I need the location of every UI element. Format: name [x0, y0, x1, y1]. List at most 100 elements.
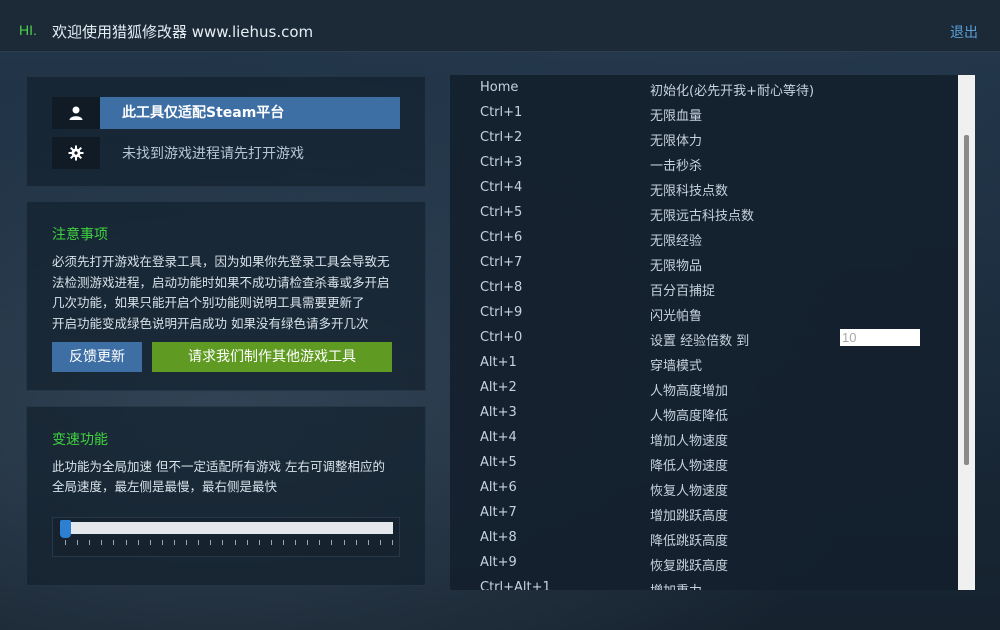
hotkey-row[interactable]: Ctrl+5 无限远古科技点数 — [450, 200, 958, 225]
hotkey-description[interactable]: 人物高度增加 — [650, 380, 728, 399]
slider-tick — [258, 540, 260, 545]
slider-tick — [89, 540, 91, 545]
hotkey-key: Alt+2 — [480, 380, 517, 395]
notice-line: 开启功能变成绿色说明开启成功 如果没有绿色请多开几次 — [52, 315, 369, 331]
steam-platform-notice: 此工具仅适配Steam平台 — [100, 97, 400, 129]
hotkey-row[interactable]: Ctrl+0 设置 经验倍数 到 — [450, 325, 958, 350]
notice-panel: 注意事项 必须先打开游戏在登录工具，因为如果你先登录工具会导致无 法检测游戏进程… — [26, 201, 426, 391]
hotkey-key: Home — [480, 80, 519, 95]
hotkey-description[interactable]: 恢复人物速度 — [650, 480, 728, 499]
speed-slider[interactable] — [52, 517, 400, 557]
hotkey-row[interactable]: Ctrl+4 无限科技点数 — [450, 175, 958, 200]
scrollbar-thumb[interactable] — [964, 135, 969, 465]
user-icon — [52, 97, 100, 129]
slider-tick — [319, 540, 321, 545]
slider-tick — [295, 540, 297, 545]
hotkey-description[interactable]: 恢复跳跃高度 — [650, 555, 728, 574]
hotkey-row[interactable]: Ctrl+1 无限血量 — [450, 100, 958, 125]
speed-panel: 变速功能 此功能为全局加速 但不一定适配所有游戏 左右可调整相应的 全局速度，最… — [26, 406, 426, 586]
hotkey-description[interactable]: 闪光帕鲁 — [650, 305, 702, 324]
slider-thumb[interactable] — [60, 520, 71, 538]
hotkey-key: Alt+1 — [480, 355, 517, 370]
logout-link[interactable]: 退出 — [950, 22, 978, 42]
hotkey-key: Ctrl+6 — [480, 230, 523, 245]
slider-tick — [392, 540, 393, 545]
hotkey-description[interactable]: 一击秒杀 — [650, 155, 702, 174]
hotkey-description[interactable]: 设置 经验倍数 到 — [650, 330, 749, 349]
scrollbar[interactable] — [958, 75, 975, 590]
hotkey-description[interactable]: 降低跳跃高度 — [650, 530, 728, 549]
notice-text: 必须先打开游戏在登录工具，因为如果你先登录工具会导致无 法检测游戏进程，启动功能… — [52, 252, 412, 334]
slider-track[interactable] — [65, 522, 393, 534]
hotkey-description[interactable]: 穿墙模式 — [650, 355, 702, 374]
slider-tick — [198, 540, 200, 545]
hotkey-row[interactable]: Ctrl+6 无限经验 — [450, 225, 958, 250]
hotkey-row[interactable]: Alt+2 人物高度增加 — [450, 375, 958, 400]
request-tool-button[interactable]: 请求我们制作其他游戏工具 — [152, 342, 392, 372]
slider-ticks — [65, 540, 393, 546]
hotkey-description[interactable]: 人物高度降低 — [650, 405, 728, 424]
hotkey-description[interactable]: 百分百捕捉 — [650, 280, 715, 299]
slider-tick — [343, 540, 345, 545]
slider-tick — [331, 540, 333, 545]
hotkey-key: Ctrl+7 — [480, 255, 523, 270]
hotkey-key: Ctrl+5 — [480, 205, 523, 220]
hotkey-key: Alt+7 — [480, 505, 517, 520]
hotkey-row[interactable]: Alt+3 人物高度降低 — [450, 400, 958, 425]
hotkey-description[interactable]: 无限远古科技点数 — [650, 205, 754, 224]
process-status: 未找到游戏进程请先打开游戏 — [122, 146, 304, 162]
welcome-title: 欢迎使用猎狐修改器 www.liehus.com — [52, 23, 314, 41]
hotkey-row[interactable]: Alt+1 穿墙模式 — [450, 350, 958, 375]
hotkey-description[interactable]: 增加跳跃高度 — [650, 505, 728, 524]
slider-tick — [222, 540, 224, 545]
hotkey-row[interactable]: Alt+4 增加人物速度 — [450, 425, 958, 450]
hotkey-row[interactable]: Ctrl+7 无限物品 — [450, 250, 958, 275]
hotkey-key: Alt+5 — [480, 455, 517, 470]
slider-tick — [113, 540, 115, 545]
hotkey-key: Alt+4 — [480, 430, 517, 445]
speed-line: 此功能为全局加速 但不一定适配所有游戏 左右可调整相应的 — [52, 459, 385, 474]
slider-tick — [234, 540, 236, 545]
slider-tick — [65, 540, 66, 545]
hotkey-row[interactable]: Ctrl+9 闪光帕鲁 — [450, 300, 958, 325]
hotkey-row[interactable]: Ctrl+2 无限体力 — [450, 125, 958, 150]
hotkey-key: Alt+8 — [480, 530, 517, 545]
notice-line: 法检测游戏进程，启动功能时如果不成功请检查杀毒或多开启 — [52, 274, 390, 290]
hotkey-row[interactable]: Alt+6 恢复人物速度 — [450, 475, 958, 500]
hotkey-description[interactable]: 无限体力 — [650, 130, 702, 149]
slider-tick — [137, 540, 139, 545]
hotkey-row[interactable]: Ctrl+8 百分百捕捉 — [450, 275, 958, 300]
hotkey-key: Ctrl+1 — [480, 105, 523, 120]
hotkey-key: Ctrl+0 — [480, 330, 523, 345]
slider-tick — [246, 540, 248, 545]
hotkey-description[interactable]: 增加人物速度 — [650, 430, 728, 449]
feedback-update-button[interactable]: 反馈更新 — [52, 342, 142, 372]
hotkey-row[interactable]: Alt+7 增加跳跃高度 — [450, 500, 958, 525]
hotkey-row[interactable]: Alt+9 恢复跳跃高度 — [450, 550, 958, 575]
slider-tick — [161, 540, 163, 545]
title-bar: HI. 欢迎使用猎狐修改器 www.liehus.com 退出 — [0, 0, 1000, 52]
hotkey-description[interactable]: 无限血量 — [650, 105, 702, 124]
hotkey-description[interactable]: 无限科技点数 — [650, 180, 728, 199]
hotkey-description[interactable]: 增加重力 — [650, 580, 702, 590]
notice-title: 注意事项 — [52, 227, 108, 243]
slider-tick — [77, 540, 79, 545]
slider-tick — [149, 540, 151, 545]
hotkey-row[interactable]: Alt+5 降低人物速度 — [450, 450, 958, 475]
hotkey-row[interactable]: Ctrl+3 一击秒杀 — [450, 150, 958, 175]
hotkey-description[interactable]: 初始化(必先开我+耐心等待) — [650, 80, 814, 99]
hotkey-key: Ctrl+2 — [480, 130, 523, 145]
multiplier-input[interactable] — [840, 329, 920, 346]
hotkey-key: Alt+3 — [480, 405, 517, 420]
hotkey-key: Alt+9 — [480, 555, 517, 570]
hotkey-description[interactable]: 降低人物速度 — [650, 455, 728, 474]
slider-tick — [283, 540, 284, 545]
hotkey-description[interactable]: 无限经验 — [650, 230, 702, 249]
hotkey-row[interactable]: Ctrl+Alt+1 增加重力 — [450, 575, 958, 590]
notice-line: 几次功能，如果只能开启个别功能则说明工具需要更新了 — [52, 295, 365, 310]
hotkey-key: Ctrl+8 — [480, 280, 523, 295]
hotkey-row[interactable]: Home 初始化(必先开我+耐心等待) — [450, 75, 958, 100]
hotkey-row[interactable]: Alt+8 降低跳跃高度 — [450, 525, 958, 550]
notice-line: 必须先打开游戏在登录工具，因为如果你先登录工具会导致无 — [52, 254, 390, 269]
hotkey-description[interactable]: 无限物品 — [650, 255, 702, 274]
